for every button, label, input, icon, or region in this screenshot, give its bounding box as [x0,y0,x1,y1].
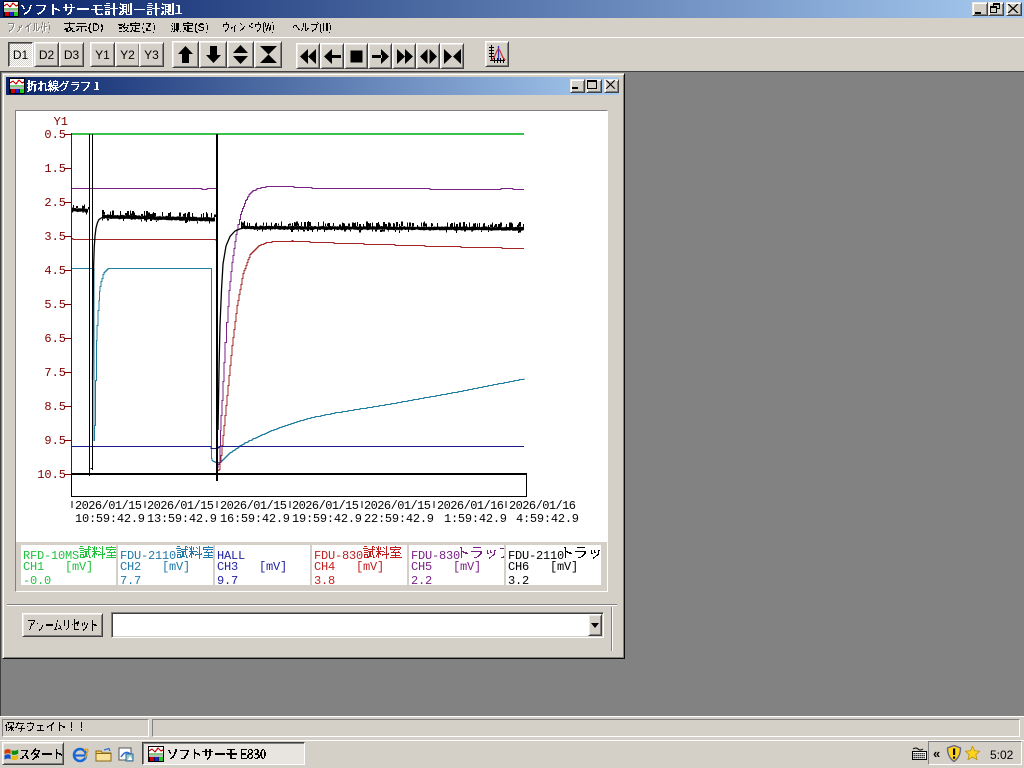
svg-text:2026/01/16: 2026/01/16 [509,499,576,513]
svg-text:3.5: 3.5 [44,230,66,244]
svg-text:13:59:42.9: 13:59:42.9 [147,512,217,526]
svg-text:2026/01/15: 2026/01/15 [220,499,287,513]
svg-text:2026/01/15: 2026/01/15 [147,499,214,513]
svg-text:8.5: 8.5 [44,400,66,414]
svg-text:4.5: 4.5 [44,264,66,278]
svg-text:2.5: 2.5 [44,196,66,210]
svg-text:2026/01/15: 2026/01/15 [75,499,142,513]
svg-text:10:59:42.9: 10:59:42.9 [75,512,145,526]
svg-text:1.5: 1.5 [44,162,66,176]
svg-text:1:59:42.9: 1:59:42.9 [437,512,507,526]
svg-text:9.5: 9.5 [44,434,66,448]
svg-text:6.5: 6.5 [44,332,66,346]
svg-text:Y1: Y1 [54,115,68,129]
svg-text:7.5: 7.5 [44,366,66,380]
svg-text:10.5: 10.5 [37,468,66,482]
svg-text:16:59:42.9: 16:59:42.9 [220,512,290,526]
svg-text:22:59:42.9: 22:59:42.9 [364,512,434,526]
svg-text:2026/01/16: 2026/01/16 [437,499,504,513]
svg-text:19:59:42.9: 19:59:42.9 [292,512,362,526]
svg-text:2026/01/15: 2026/01/15 [364,499,431,513]
svg-text:0.5: 0.5 [44,128,66,142]
svg-text:2026/01/15: 2026/01/15 [292,499,359,513]
svg-text:4:59:42.9: 4:59:42.9 [509,512,579,526]
svg-text:5.5: 5.5 [44,298,66,312]
